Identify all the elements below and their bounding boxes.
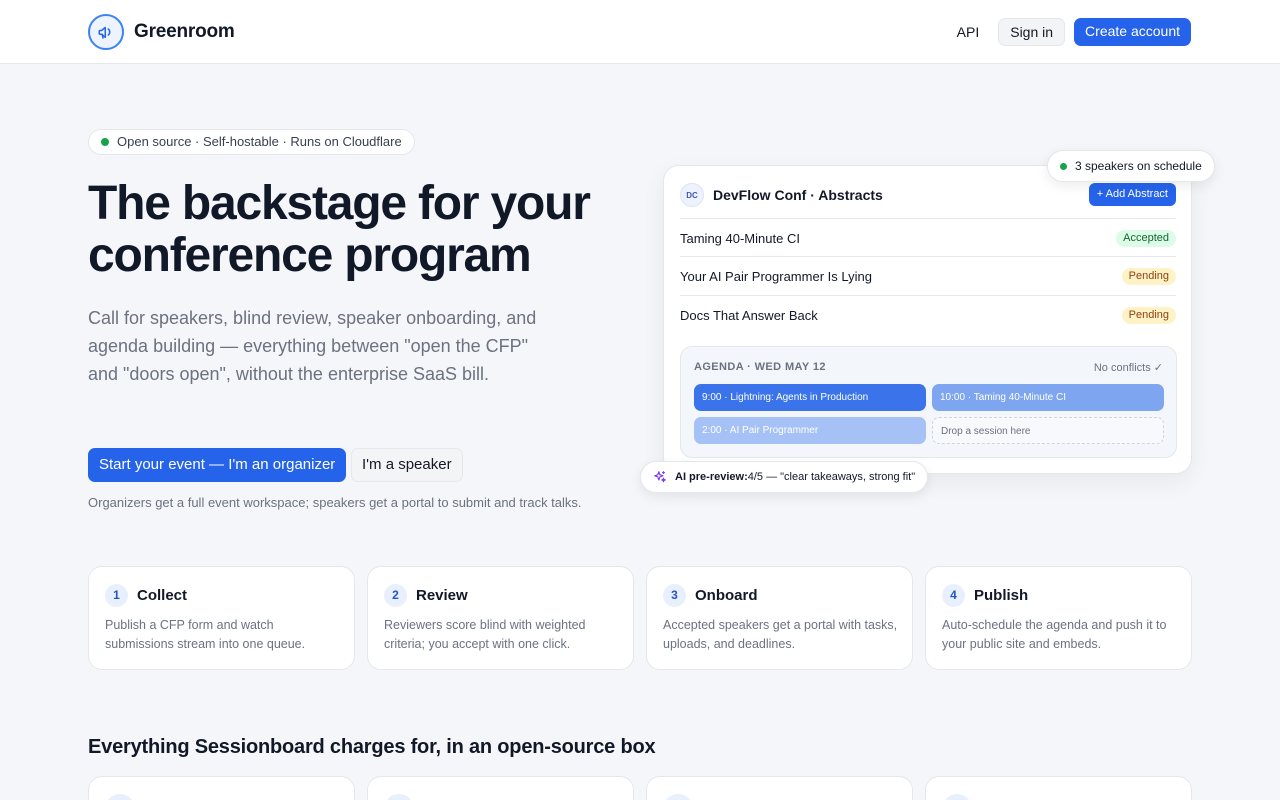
step-number: 3 <box>663 584 686 607</box>
hero-title: The backstage for your conference progra… <box>88 177 591 282</box>
agenda-slot[interactable]: 9:00 · Lightning: Agents in Production <box>694 384 926 411</box>
step-number: 4 <box>942 584 965 607</box>
step-title: Review <box>416 587 468 604</box>
step-card-review: 2 Review Reviewers score blind with weig… <box>367 566 634 670</box>
step-description: Publish a CFP form and watch submissions… <box>105 618 306 651</box>
open-source-pill: Open source · Self-hostable · Runs on Cl… <box>88 129 415 155</box>
step-card-onboard: 3 Onboard Accepted speakers get a portal… <box>646 566 913 670</box>
add-abstract-button[interactable]: + Add Abstract <box>1088 183 1176 206</box>
agenda-slot[interactable]: 2:00 · AI Pair Programmer <box>694 417 926 444</box>
agenda-label: AGENDA · WED MAY 12 <box>694 361 826 373</box>
status-dot <box>1060 163 1067 170</box>
step-description: Accepted speakers get a portal with task… <box>663 618 898 651</box>
hero-note: Organizers get a full event workspace; s… <box>88 495 582 510</box>
speaker-cta-button[interactable]: I'm a speaker <box>351 448 463 482</box>
create-account-button[interactable]: Create account <box>1074 18 1191 46</box>
abstract-row[interactable]: Your AI Pair Programmer Is Lying Pending <box>680 256 1176 294</box>
event-avatar: DC <box>680 183 704 207</box>
status-dot <box>101 138 109 146</box>
abstract-title: Taming 40-Minute CI <box>680 231 800 246</box>
brand-name: Greenroom <box>134 21 235 42</box>
feature-icon <box>384 794 414 800</box>
header-nav: API Sign in Create account <box>947 18 1191 46</box>
step-title: Onboard <box>695 587 758 604</box>
abstract-row[interactable]: Docs That Answer Back Pending <box>680 295 1176 333</box>
hero-subtitle: Call for speakers, blind review, speaker… <box>88 308 537 384</box>
feature-cards <box>88 776 1193 800</box>
status-badge: Pending <box>1121 307 1176 324</box>
workflow-steps: 1 Collect Publish a CFP form and watch s… <box>88 566 1193 670</box>
feature-icon <box>942 794 972 800</box>
megaphone-icon <box>88 14 124 50</box>
feature-card <box>88 776 355 800</box>
step-description: Reviewers score blind with weighted crit… <box>384 618 586 651</box>
abstract-row[interactable]: Taming 40-Minute CI Accepted <box>680 218 1176 256</box>
ai-review-text: 4/5 — "clear takeaways, strong fit" <box>747 471 916 483</box>
feature-icon <box>105 794 135 800</box>
top-navigation: Greenroom API Sign in Create account <box>0 0 1280 64</box>
sign-in-button[interactable]: Sign in <box>998 18 1066 46</box>
agenda-slot[interactable]: 10:00 · Taming 40-Minute CI <box>932 384 1164 411</box>
ai-review-badge: AI pre-review:4/5 — "clear takeaways, st… <box>640 461 929 493</box>
api-link[interactable]: API <box>947 18 990 46</box>
feature-icon <box>663 794 693 800</box>
feature-card <box>367 776 634 800</box>
features-section-title: Everything Sessionboard charges for, in … <box>88 736 656 758</box>
agenda-board: AGENDA · WED MAY 12 No conflicts ✓ 9:00 … <box>680 346 1177 458</box>
drop-zone[interactable]: Drop a session here <box>932 417 1164 444</box>
step-title: Collect <box>137 587 188 604</box>
sparkle-icon <box>654 471 666 483</box>
speakers-scheduled-text: 3 speakers on schedule <box>1075 159 1202 173</box>
ai-review-label: AI pre-review: <box>675 471 748 483</box>
step-card-publish: 4 Publish Auto-schedule the agenda and p… <box>925 566 1192 670</box>
step-title: Publish <box>974 587 1029 604</box>
status-badge: Accepted <box>1116 230 1176 247</box>
pill-text: Open source · Self-hostable · Runs on Cl… <box>117 134 402 149</box>
step-description: Auto-schedule the agenda and push it to … <box>942 618 1167 651</box>
abstract-title: Your AI Pair Programmer Is Lying <box>680 269 872 284</box>
card-title: DevFlow Conf · Abstracts <box>713 187 883 203</box>
feature-card <box>646 776 913 800</box>
organizer-cta-button[interactable]: Start your event — I'm an organizer <box>88 448 347 482</box>
brand-link[interactable]: Greenroom <box>88 14 235 50</box>
step-number: 2 <box>384 584 407 607</box>
step-number: 1 <box>105 584 128 607</box>
abstract-title: Docs That Answer Back <box>680 308 818 323</box>
status-badge: Pending <box>1121 268 1176 285</box>
agenda-status: No conflicts ✓ <box>1093 362 1163 374</box>
speakers-scheduled-badge: 3 speakers on schedule <box>1047 150 1215 182</box>
card-header: DC DevFlow Conf · Abstracts <box>680 183 883 207</box>
step-card-collect: 1 Collect Publish a CFP form and watch s… <box>88 566 355 670</box>
abstracts-preview-card: DC DevFlow Conf · Abstracts + Add Abstra… <box>663 165 1192 474</box>
feature-card <box>925 776 1192 800</box>
